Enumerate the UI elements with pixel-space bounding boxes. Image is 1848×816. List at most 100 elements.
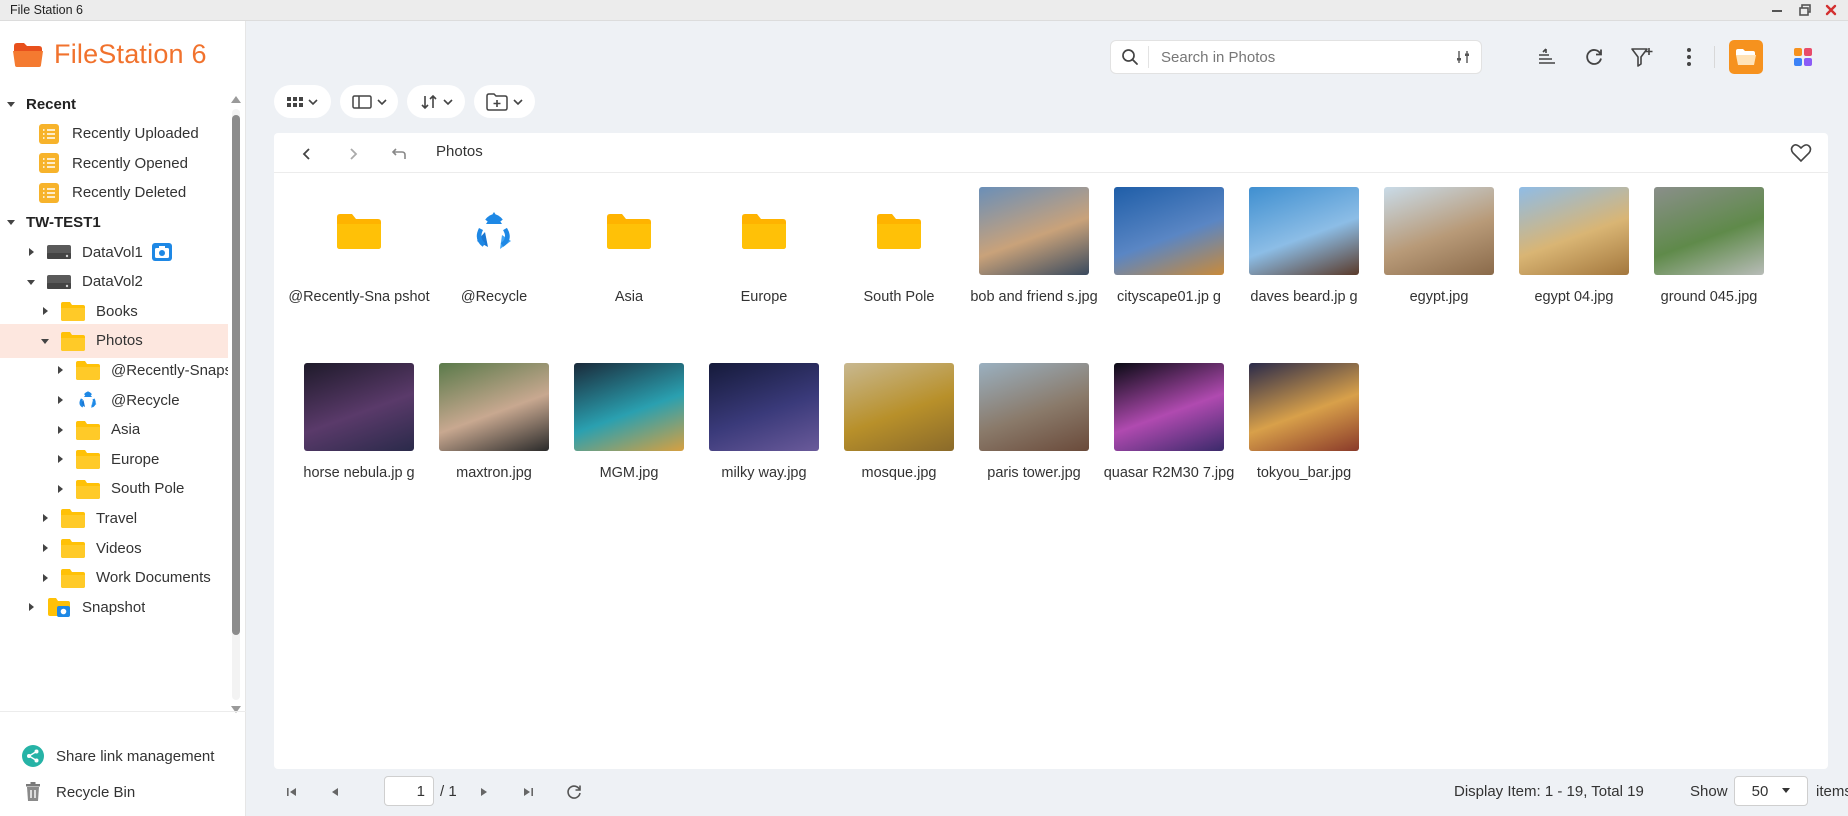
view-mode-button[interactable] [274,85,331,118]
sort-button[interactable] [407,85,465,118]
tree-item-label: Recently Deleted [72,184,187,202]
image-file-item[interactable]: MGM.jpg [554,363,684,513]
caret-right-icon[interactable] [26,247,36,257]
tree-item-label: Snapshot [82,598,146,616]
more-options-icon[interactable] [1674,42,1704,72]
share-link-management[interactable]: Share link management [20,742,214,770]
tree-item-label: DataVol1 [82,243,143,261]
folder-item[interactable]: Asia [554,187,684,337]
image-file-item[interactable]: bob and friend s.jpg [959,187,1098,337]
minimize-button[interactable] [1766,1,1788,20]
drive-icon [46,241,72,263]
forward-button[interactable] [342,143,364,165]
close-button[interactable] [1820,1,1842,20]
trash-icon [20,779,46,805]
image-file-item[interactable]: egypt 04.jpg [1499,187,1629,337]
image-thumbnail [1519,187,1629,275]
tree-item-label: Travel [96,509,138,527]
scroll-down-arrow-icon[interactable] [229,704,243,716]
items-per-page-select[interactable]: 50 [1734,776,1808,806]
image-file-item[interactable]: ground 045.jpg [1634,187,1764,337]
scroll-up-arrow-icon[interactable] [229,93,243,105]
create-button[interactable] [474,85,535,118]
image-file-item[interactable]: quasar R2M30 7.jpg [1094,363,1234,513]
caret-down-icon[interactable] [6,99,16,109]
up-folder-button[interactable] [388,143,410,165]
caret-right-icon[interactable] [40,306,50,316]
folder-item[interactable]: @Recycle [419,187,549,337]
image-file-item[interactable]: cityscape01.jp g [1094,187,1224,337]
favorite-heart-icon[interactable] [1790,143,1812,167]
file-station-app-button[interactable] [1729,40,1763,74]
show-label: Show [1690,783,1728,800]
search-input[interactable] [1161,48,1431,66]
image-thumbnail [1114,187,1224,275]
recent-list-icon [36,182,62,204]
folder-tree: Recent Recently Uploaded Recently Opened Re… [0,87,228,710]
caret-right-icon[interactable] [55,484,65,494]
folder-item[interactable]: South Pole [824,187,954,337]
folder-item[interactable]: Europe [689,187,819,337]
caret-down-icon[interactable] [26,277,36,287]
preview-panel-button[interactable] [340,85,398,118]
last-page-button[interactable] [518,782,538,802]
file-name: maxtron.jpg [456,465,532,481]
caret-right-icon[interactable] [26,602,36,612]
chevron-down-icon [308,98,318,105]
scroll-thumb[interactable] [232,115,240,635]
first-page-button[interactable] [282,782,302,802]
app-brand: FileStation 6 [12,37,207,71]
image-file-item[interactable]: maxtron.jpg [419,363,549,513]
folder-icon [75,359,101,381]
caret-right-icon[interactable] [55,454,65,464]
recent-list-icon [36,123,62,145]
file-name: @Recently-Sna pshot [288,289,430,305]
items-label: items [1816,783,1848,800]
file-name: mosque.jpg [861,465,937,481]
breadcrumb[interactable]: Photos [436,143,483,160]
folder-item[interactable]: @Recently-Sna pshot [284,187,430,337]
tree-item-label: TW-TEST1 [26,213,101,231]
file-name: cityscape01.jp g [1117,289,1221,305]
search-icon[interactable] [1111,46,1149,68]
smart-filter-icon[interactable] [1627,42,1657,72]
drive-icon [46,271,72,293]
restore-button[interactable] [1794,1,1816,20]
image-file-item[interactable]: paris tower.jpg [959,363,1089,513]
caret-right-icon[interactable] [55,395,65,405]
recycle-bin[interactable]: Recycle Bin [20,778,135,806]
reload-page-button[interactable] [564,782,584,802]
chevron-down-icon [442,98,453,105]
caret-right-icon[interactable] [40,573,50,583]
sidebar-scrollbar[interactable] [228,91,244,716]
previous-page-button[interactable] [325,782,345,802]
tree-item-snapshot[interactable]: Snapshot [0,590,228,624]
caret-down-icon[interactable] [40,336,50,346]
image-file-item[interactable]: egypt.jpg [1364,187,1494,337]
image-file-item[interactable]: daves beard.jp g [1229,187,1359,337]
back-button[interactable] [296,143,318,165]
image-file-item[interactable]: horse nebula.jp g [284,363,415,513]
app-launcher-icon[interactable] [1788,42,1818,72]
display-item-count: Display Item: 1 - 19, Total 19 [1454,783,1644,800]
folder-icon [574,187,684,275]
image-file-item[interactable]: tokyou_bar.jpg [1229,363,1359,513]
search-bar[interactable] [1110,40,1482,74]
search-filter-icon[interactable] [1455,49,1471,69]
image-file-item[interactable]: mosque.jpg [824,363,954,513]
sidebar: FileStation 6 Recent Recently Uploaded Rec… [0,21,246,816]
refresh-icon[interactable] [1579,42,1609,72]
image-file-item[interactable]: milky way.jpg [689,363,819,513]
caret-right-icon[interactable] [55,365,65,375]
file-name: egypt 04.jpg [1534,289,1614,305]
recycle-icon [75,389,101,411]
caret-right-icon[interactable] [40,543,50,553]
caret-right-icon[interactable] [40,513,50,523]
page-number-input[interactable] [384,776,434,806]
next-page-button[interactable] [474,782,494,802]
background-task-icon[interactable] [1532,42,1562,72]
snapshot-folder-icon [46,596,72,618]
caret-down-icon[interactable] [6,217,16,227]
caret-right-icon[interactable] [55,425,65,435]
tree-item-label: Asia [111,421,141,439]
